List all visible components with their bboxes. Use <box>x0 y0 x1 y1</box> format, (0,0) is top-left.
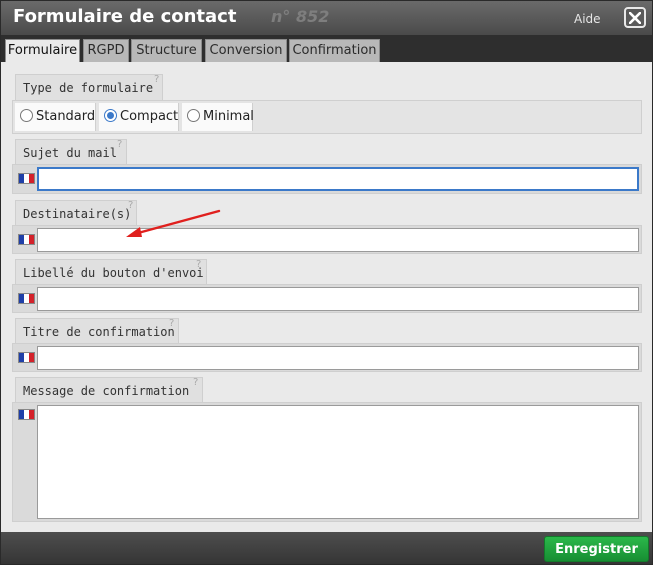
mail-subject-input[interactable] <box>37 167 639 191</box>
form-type-radio-group: Standard Compact Minimal <box>12 100 642 134</box>
radio-minimal-label: Minimal <box>203 109 254 124</box>
close-icon <box>629 12 641 24</box>
close-button[interactable] <box>624 7 646 28</box>
tab-conversion[interactable]: Conversion <box>205 39 287 62</box>
recipients-row <box>12 225 642 254</box>
help-icon[interactable]: ? <box>117 139 122 150</box>
radio-compact[interactable]: Compact <box>99 103 179 131</box>
help-icon[interactable]: ? <box>154 74 159 85</box>
contact-form-dialog: Formulaire de contact n° 852 Aide Formul… <box>0 0 653 565</box>
confirmation-message-textarea[interactable] <box>37 405 639 519</box>
french-flag-icon <box>18 234 35 245</box>
dialog-footer: Enregistrer <box>1 532 652 564</box>
form-number: n° 852 <box>271 7 330 26</box>
radio-minimal[interactable]: Minimal <box>182 103 254 131</box>
tab-structure[interactable]: Structure <box>131 39 202 62</box>
french-flag-icon <box>18 173 35 184</box>
help-icon[interactable]: ? <box>169 318 174 329</box>
confirmation-title-label: Titre de confirmation ? <box>15 318 179 344</box>
help-icon[interactable]: ? <box>196 259 201 270</box>
radio-standard[interactable]: Standard <box>15 103 96 131</box>
confirmation-title-input[interactable] <box>37 346 639 370</box>
confirmation-message-label: Message de confirmation ? <box>15 377 203 403</box>
help-icon[interactable]: ? <box>193 377 198 388</box>
radio-circle-icon <box>20 109 33 122</box>
radio-circle-icon <box>187 109 200 122</box>
save-button[interactable]: Enregistrer <box>544 536 649 562</box>
dialog-title: Formulaire de contact <box>13 6 237 27</box>
tab-formulaire[interactable]: Formulaire <box>5 39 80 62</box>
tab-confirmation[interactable]: Confirmation <box>289 39 380 62</box>
radio-standard-label: Standard <box>36 109 96 124</box>
mail-subject-label-text: Sujet du mail <box>23 146 117 160</box>
tab-rgpd[interactable]: RGPD <box>83 39 129 62</box>
confirmation-title-row <box>12 343 642 372</box>
mail-subject-row <box>12 164 642 194</box>
radio-compact-label: Compact <box>120 109 179 124</box>
tab-bar: Formulaire RGPD Structure Conversion Con… <box>1 35 652 62</box>
confirmation-message-row <box>12 402 642 522</box>
title-bar: Formulaire de contact n° 852 Aide <box>1 1 652 35</box>
recipients-input[interactable] <box>37 228 639 252</box>
confirmation-title-label-text: Titre de confirmation <box>23 325 175 339</box>
form-type-label-text: Type de formulaire <box>23 81 154 95</box>
radio-selected-icon <box>104 109 117 122</box>
form-content: Type de formulaire ? Standard Compact Mi… <box>1 62 652 532</box>
recipients-label: Destinataire(s) ? <box>15 200 137 226</box>
submit-label-label: Libellé du bouton d'envoi ? <box>15 259 207 285</box>
help-icon[interactable]: ? <box>128 200 133 211</box>
submit-label-row <box>12 284 642 313</box>
mail-subject-label: Sujet du mail ? <box>15 139 127 165</box>
french-flag-icon <box>18 352 35 363</box>
help-link[interactable]: Aide <box>574 12 601 26</box>
submit-label-input[interactable] <box>37 287 639 311</box>
french-flag-icon <box>18 409 35 420</box>
recipients-label-text: Destinataire(s) <box>23 207 132 221</box>
confirmation-message-label-text: Message de confirmation <box>23 384 190 398</box>
submit-label-label-text: Libellé du bouton d'envoi <box>23 266 204 280</box>
form-type-label: Type de formulaire ? <box>15 74 163 100</box>
french-flag-icon <box>18 293 35 304</box>
